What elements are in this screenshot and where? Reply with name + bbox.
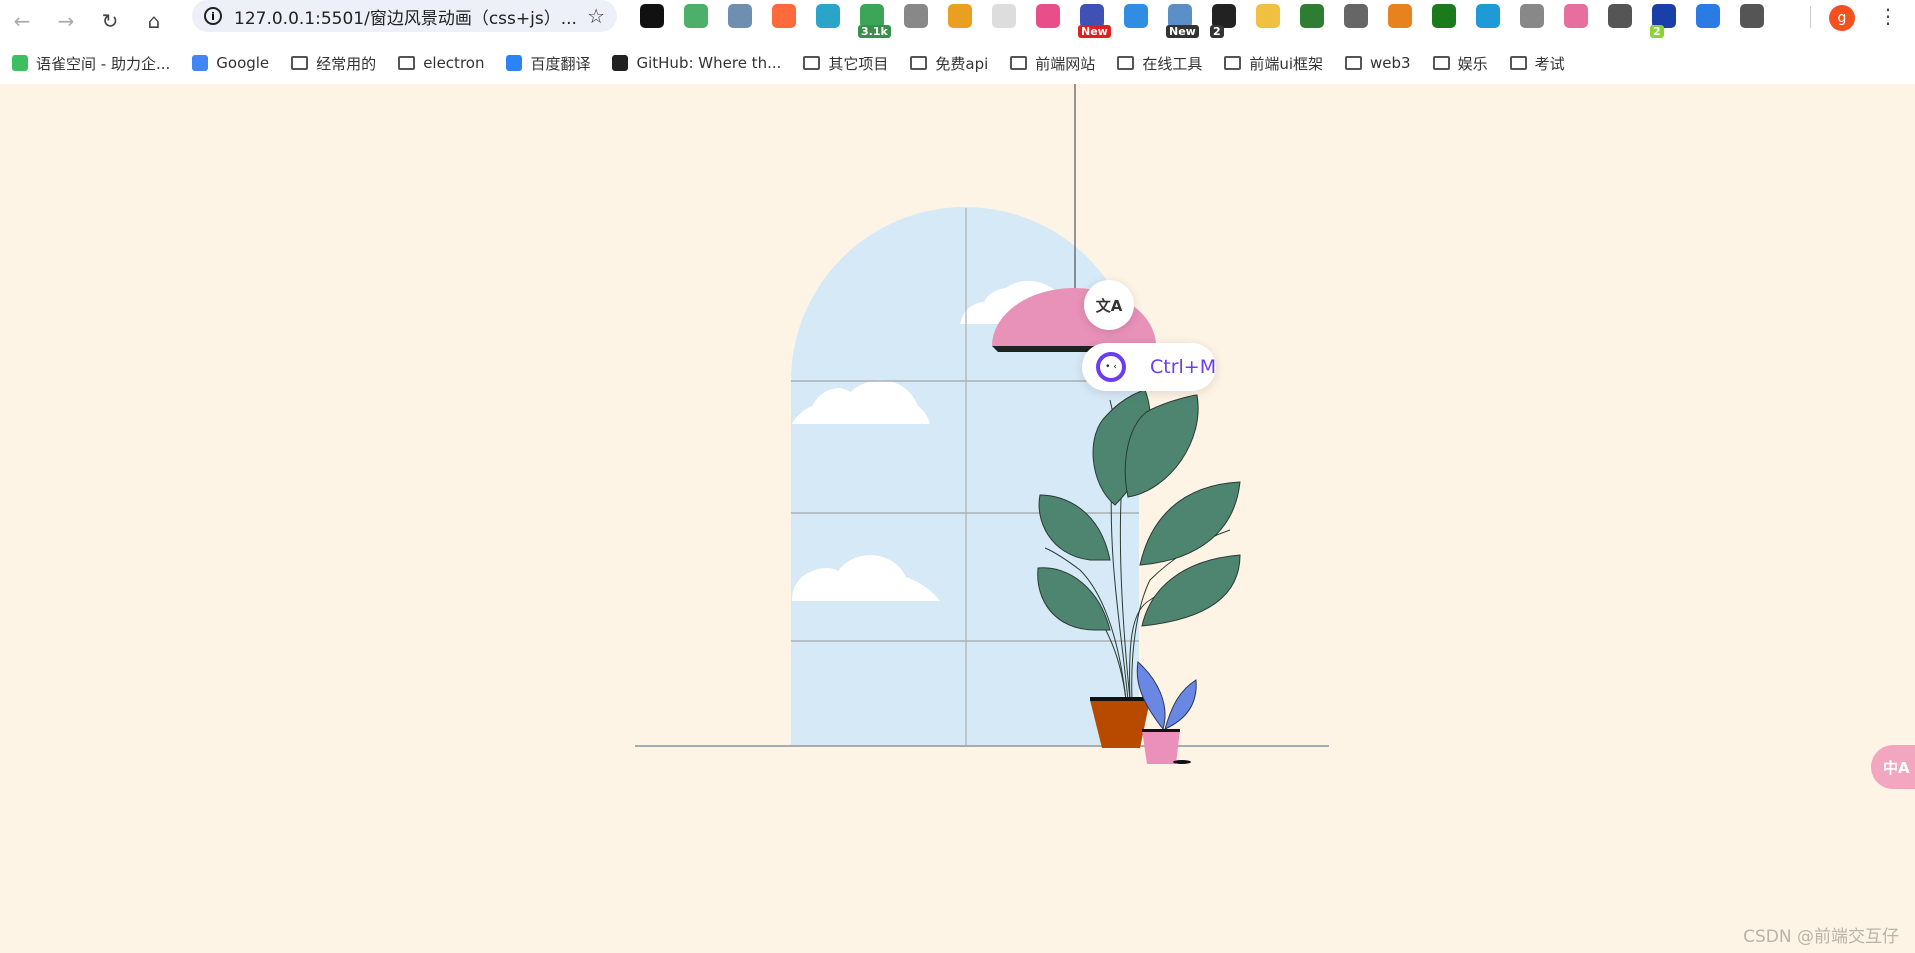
window [791,207,1139,746]
small-pot-shadow [1173,760,1191,764]
assistant-logo-icon: • ‹ [1096,352,1126,382]
side-translate-button[interactable]: 中A [1871,745,1915,789]
shortcut-label: Ctrl+M [1150,356,1217,378]
leaf [1141,554,1241,627]
leaf [1139,481,1241,566]
small-pot [1142,730,1180,764]
window-scene [635,84,1329,764]
side-translate-icon: 中A [1883,758,1910,777]
small-pot-rim [1142,729,1180,732]
translate-float-button[interactable]: 文A [1084,280,1134,330]
assistant-shortcut-pill[interactable]: • ‹ Ctrl+M [1082,343,1217,391]
small-leaf [1164,679,1197,730]
watermark: CSDN @前端交互仔 [1743,927,1899,947]
translate-icon: 文A [1095,296,1123,315]
window-sky [791,207,1139,746]
big-pot-rim [1090,697,1150,701]
small-plant [1136,661,1197,731]
